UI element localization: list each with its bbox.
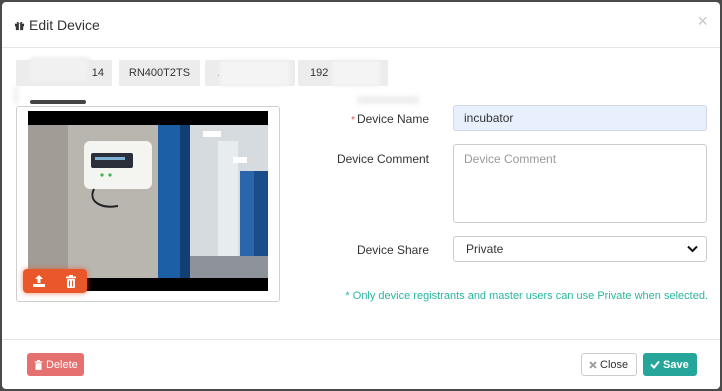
close-button[interactable]: Close [581,353,637,376]
required-marker: * [351,115,355,126]
delete-button[interactable]: Delete [27,353,84,376]
device-share-value: Private [466,242,504,256]
delete-button-label: Delete [46,358,78,371]
redaction-blur [357,96,419,104]
device-name-label-text: Device Name [356,112,429,126]
trash-icon [34,359,43,370]
close-button-label: Close [600,358,629,371]
gift-icon [14,21,25,30]
device-photo [28,111,268,291]
divider [30,100,86,104]
trash-icon[interactable] [63,273,79,289]
device-comment-input[interactable] [453,144,707,223]
modal-title-wrap: Edit Device [14,16,100,34]
check-icon [650,360,660,369]
device-share-select[interactable]: Private [453,236,707,262]
tag-chip-text: RN400T2TS [128,67,191,79]
redaction-blur [30,58,88,82]
device-share-label: Device Share [356,243,429,257]
modal-header: Edit Device × [2,2,720,48]
chevron-down-icon [687,245,698,253]
close-icon[interactable]: × [697,11,708,32]
device-name-label: * Device Name [332,112,429,126]
modal-footer: Delete Close Save [2,339,720,389]
save-button-label: Save [663,358,689,371]
device-name-input[interactable] [453,105,707,131]
redaction-blur [332,60,380,86]
device-comment-label: Device Comment [336,152,429,166]
redaction-blur [14,86,18,104]
tag-chip: RN400T2TS [119,60,200,86]
tag-chip-text: 192 [310,67,329,79]
close-icon [589,360,597,369]
private-share-note: * Only device registrants and master use… [345,290,708,302]
modal-title: Edit Device [29,17,100,33]
redaction-blur [220,60,290,86]
image-toolbar [23,269,87,293]
save-button[interactable]: Save [643,353,697,376]
edit-device-modal: Edit Device × 14 RN400T2TS . 192 * Devic… [2,2,720,389]
tag-chip-text: 14 [91,67,104,79]
device-image-panel [16,106,280,302]
upload-icon[interactable] [31,273,47,289]
